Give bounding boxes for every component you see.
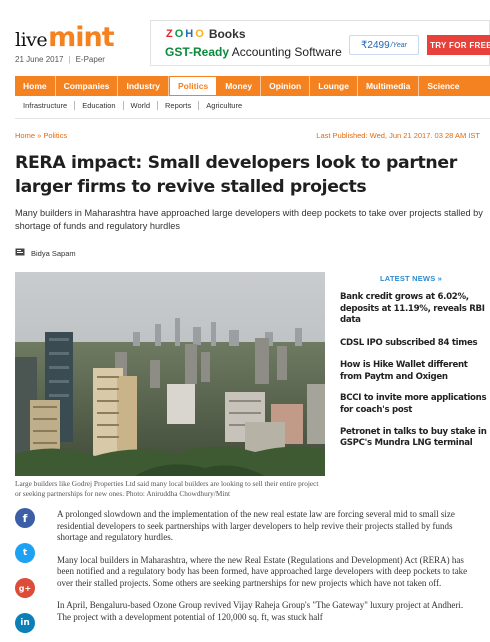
ad-tagline-rest: Accounting Software xyxy=(229,45,342,59)
zoho-letter: H xyxy=(185,28,194,40)
secondary-nav: Infrastructure Education World Reports Agric… xyxy=(15,101,249,110)
zoho-letter: O xyxy=(195,28,204,40)
nav-item-opinion[interactable]: Opinion xyxy=(261,76,311,96)
divider xyxy=(15,118,490,119)
subnav-item-agriculture[interactable]: Agriculture xyxy=(199,101,249,110)
standfirst: Many builders in Maharashtra have approa… xyxy=(15,208,483,231)
ad-price-unit: /Year xyxy=(390,41,407,49)
edition-line: 21 June 2017 | E-Paper xyxy=(15,55,105,64)
ad-tagline-highlight: GST-Ready xyxy=(165,45,230,59)
subnav-item-reports[interactable]: Reports xyxy=(158,101,200,110)
logo-live-text: live xyxy=(15,29,48,51)
nav-item-home[interactable]: Home xyxy=(15,76,56,96)
ad-product: Books xyxy=(208,27,246,41)
linkedin-icon[interactable]: in xyxy=(15,613,35,633)
latest-news-item[interactable]: Bank credit grows at 6.02%, deposits at … xyxy=(340,292,490,327)
subnav-item-education[interactable]: Education xyxy=(75,101,124,110)
latest-news-item[interactable]: Petronet in talks to buy stake in GSPC's… xyxy=(340,427,490,450)
nav-item-companies[interactable]: Companies xyxy=(56,76,119,96)
masthead: live mint 21 June 2017 | E-Paper ZOHO Bo… xyxy=(0,0,490,70)
nav-item-science[interactable]: Science xyxy=(419,76,467,96)
subnav-item-world[interactable]: World xyxy=(124,101,158,110)
nav-item-multimedia[interactable]: Multimedia xyxy=(358,76,420,96)
latest-news-list: Bank credit grows at 6.02%, deposits at … xyxy=(340,292,490,460)
ad-price-button[interactable]: ₹2499/Year xyxy=(349,35,419,55)
author-card-icon xyxy=(15,248,25,258)
ad-banner[interactable]: ZOHO Books GST-Ready Accounting Software… xyxy=(150,20,490,66)
published-timestamp: Last Published: Wed, Jun 21 2017. 03 28 … xyxy=(316,131,480,140)
skyline-illustration xyxy=(15,272,325,476)
separator: | xyxy=(68,55,71,64)
livemint-logo[interactable]: live mint xyxy=(15,22,115,53)
author-name[interactable]: Bidya Sapam xyxy=(31,249,76,258)
nav-item-lounge[interactable]: Lounge xyxy=(310,76,358,96)
zoho-logo: ZOHO xyxy=(165,28,205,40)
nav-item-money[interactable]: Money xyxy=(217,76,262,96)
article-paragraph: A prolonged slowdown and the implementat… xyxy=(57,509,455,542)
latest-news-item[interactable]: How is Hike Wallet different from Paytm … xyxy=(340,360,490,383)
latest-news-heading[interactable]: LATEST NEWS » xyxy=(380,274,442,283)
article-photo xyxy=(15,272,325,476)
try-for-free-button[interactable]: TRY FOR FREE xyxy=(427,35,490,55)
ad-brand: ZOHO Books xyxy=(165,27,246,41)
twitter-icon[interactable]: t xyxy=(15,543,35,563)
edition-date: 21 June 2017 xyxy=(15,55,64,64)
logo-mint-text: mint xyxy=(48,22,115,53)
nav-item-politics[interactable]: Politics xyxy=(168,76,218,96)
zoho-letter: O xyxy=(174,28,184,40)
article-paragraph: In April, Bengaluru-based Ozone Group re… xyxy=(57,600,464,622)
nav-item-industry[interactable]: Industry xyxy=(118,76,169,96)
headline: RERA impact: Small developers look to pa… xyxy=(15,153,457,197)
zoho-letter: Z xyxy=(166,28,173,40)
latest-news-item[interactable]: BCCI to invite more applications for coa… xyxy=(340,393,490,416)
article-body: A prolonged slowdown and the implementat… xyxy=(57,509,475,634)
subnav-item-infrastructure[interactable]: Infrastructure xyxy=(15,101,76,110)
article-paragraph: Many local builders in Maharashtra, wher… xyxy=(57,554,468,588)
breadcrumb[interactable]: Home » Politics xyxy=(15,131,67,140)
ad-price: ₹2499 xyxy=(361,39,390,51)
photo-caption: Large builders like Godrej Properties Lt… xyxy=(15,479,319,498)
ad-tagline: GST-Ready Accounting Software xyxy=(165,45,342,59)
latest-news-item[interactable]: CDSL IPO subscribed 84 times xyxy=(340,338,490,350)
google-plus-icon[interactable]: g+ xyxy=(15,578,35,598)
facebook-icon[interactable]: f xyxy=(15,508,35,528)
epaper-link[interactable]: E-Paper xyxy=(76,55,105,64)
primary-nav: Home Companies Industry Politics Money Opinio… xyxy=(15,76,490,96)
byline: Bidya Sapam xyxy=(15,248,76,258)
